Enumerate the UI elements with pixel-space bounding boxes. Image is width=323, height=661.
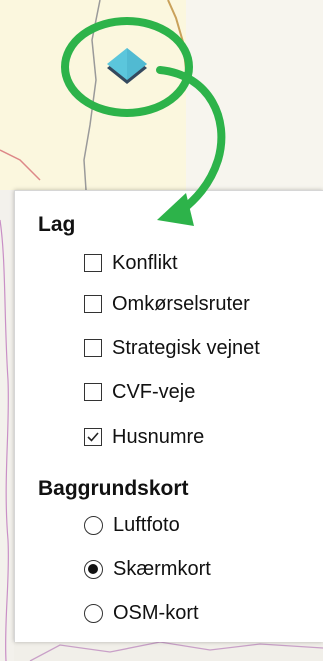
basemap-option-skaermkort[interactable]: Skærmkort	[84, 554, 211, 584]
radio-button[interactable]	[84, 515, 103, 535]
checkbox-checked[interactable]	[84, 428, 102, 446]
radio-button-selected[interactable]	[84, 559, 103, 579]
layer-option-strategisk-vejnet[interactable]: Strategisk vejnet	[84, 333, 260, 363]
layer-label: CVF-veje	[112, 380, 196, 403]
layers-icon	[107, 48, 147, 84]
layer-label: Omkørselsruter	[112, 292, 250, 315]
checkmark-icon	[87, 432, 99, 442]
radio-dot	[88, 563, 98, 574]
layer-option-konflikt[interactable]: Konflikt	[84, 248, 178, 278]
layer-label: Husnumre	[112, 425, 205, 448]
layer-label: Konflikt	[112, 251, 178, 274]
basemap-label: Luftfoto	[113, 513, 180, 536]
basemap-option-osm-kort[interactable]: OSM-kort	[84, 598, 199, 628]
layer-label: Strategisk vejnet	[112, 336, 260, 359]
checkbox[interactable]	[84, 383, 102, 401]
basemap-label: OSM-kort	[113, 601, 199, 624]
layer-option-cvf-veje[interactable]: CVF-veje	[84, 377, 195, 407]
checkbox[interactable]	[84, 295, 102, 313]
radio-button[interactable]	[84, 603, 103, 623]
checkbox[interactable]	[84, 254, 102, 272]
layer-option-husnumre[interactable]: Husnumre	[84, 422, 204, 452]
basemap-section-title: Baggrundskort	[38, 477, 189, 500]
basemap-label: Skærmkort	[113, 557, 211, 580]
layer-toggle-button[interactable]	[101, 40, 153, 92]
layers-section-title: Lag	[38, 213, 76, 236]
checkbox[interactable]	[84, 339, 102, 357]
basemap-option-luftfoto[interactable]: Luftfoto	[84, 510, 180, 540]
layer-option-omkoerselsruter[interactable]: Omkørselsruter	[84, 289, 250, 319]
